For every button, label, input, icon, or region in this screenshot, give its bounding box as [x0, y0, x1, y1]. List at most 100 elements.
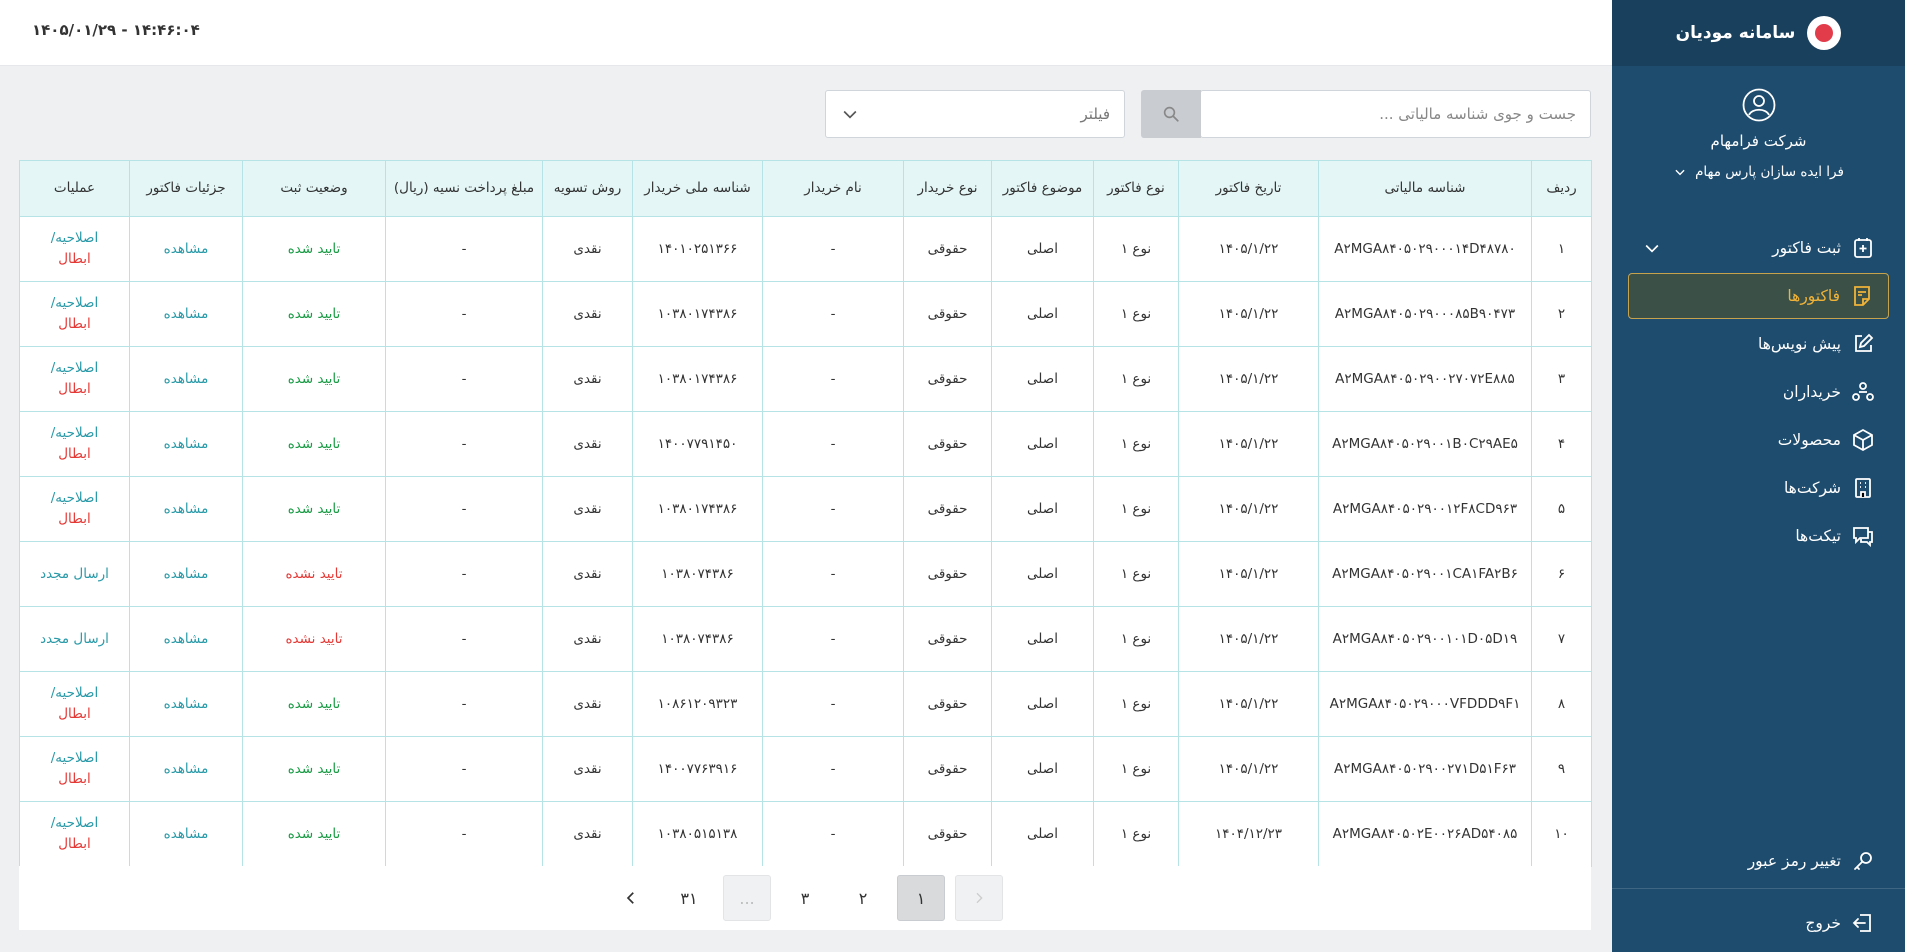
view-details-link[interactable]: مشاهده	[164, 696, 209, 712]
tax-id-cell: A۲MGA۸۴۰۵۰۲۹۰۰۰۸۵B۹۰۴۷۳	[1318, 281, 1532, 347]
profile-section: شرکت فرامهام فرا ایده سازان پارس مهام	[1612, 66, 1905, 180]
buyer-type-cell: حقوقی	[903, 216, 992, 282]
cancel-link[interactable]: ابطال	[20, 444, 129, 465]
invoice-type-cell: نوع ۱	[1093, 736, 1179, 802]
national-id-cell: ۱۴۰۰۷۷۹۱۴۵۰	[632, 411, 763, 477]
correction-link[interactable]: اصلاحیه/	[20, 488, 129, 509]
table-row: ۷ A۲MGA۸۴۰۵۰۲۹۰۰۱۰۱D۰۵D۱۹ ۱۴۰۵/۱/۲۲ نوع ۱ اص…	[19, 606, 1592, 672]
settlement-cell: نقدی	[542, 476, 633, 542]
table-row: ۹ A۲MGA۸۴۰۵۰۲۹۰۰۲۷۱D۵۱F۶۳ ۱۴۰۵/۱/۲۲ نوع ۱ اص…	[19, 736, 1592, 802]
national-id-cell: ۱۴۰۱۰۲۵۱۳۶۶	[632, 216, 763, 282]
status-badge: تایید نشده	[242, 541, 386, 607]
status-badge: تایید شده	[242, 801, 386, 867]
invoice-date-cell: ۱۴۰۵/۱/۲۲	[1178, 346, 1319, 412]
invoice-subject-cell: اصلی	[991, 346, 1094, 412]
change-password-label: تغییر رمز عبور	[1747, 852, 1841, 870]
view-details-link[interactable]: مشاهده	[164, 241, 209, 257]
sidebar-item-0[interactable]: ثبت فاکتور	[1628, 225, 1889, 271]
sidebar-item-label: محصولات	[1777, 431, 1841, 449]
national-id-cell: ۱۰۳۸۰۱۷۴۳۸۶	[632, 476, 763, 542]
chevron-down-icon	[843, 110, 857, 119]
view-details-link[interactable]: مشاهده	[164, 826, 209, 842]
column-header: وضعیت ثبت	[242, 160, 386, 217]
buyer-name-cell: -	[762, 801, 904, 867]
tax-id-cell: A۲MGA۸۴۰۵۰۲۹۰۰۲۷۱D۵۱F۶۳	[1318, 736, 1532, 802]
credit-amount-cell: -	[385, 671, 543, 737]
buyer-name-cell: -	[762, 541, 904, 607]
cancel-link[interactable]: ابطال	[20, 834, 129, 855]
search-input[interactable]: جست و جوی شناسه مالیاتی ...	[1200, 90, 1591, 138]
row-number: ۳	[1531, 346, 1592, 412]
cancel-link[interactable]: ابطال	[20, 249, 129, 270]
correction-link[interactable]: اصلاحیه/	[20, 683, 129, 704]
correction-link[interactable]: اصلاحیه/	[20, 423, 129, 444]
buyer-type-cell: حقوقی	[903, 736, 992, 802]
sidebar-item-label: فاکتورها	[1787, 287, 1840, 305]
view-details-link[interactable]: مشاهده	[164, 306, 209, 322]
cancel-link[interactable]: ابطال	[20, 704, 129, 725]
correction-link[interactable]: اصلاحیه/	[20, 748, 129, 769]
view-details-link[interactable]: مشاهده	[164, 501, 209, 517]
invoice-date-cell: ۱۴۰۵/۱/۲۲	[1178, 606, 1319, 672]
sidebar-item-3[interactable]: خریداران	[1628, 369, 1889, 415]
invoice-subject-cell: اصلی	[991, 411, 1094, 477]
credit-amount-cell: -	[385, 346, 543, 412]
cancel-link[interactable]: ابطال	[20, 509, 129, 530]
search-placeholder: جست و جوی شناسه مالیاتی ...	[1379, 105, 1576, 123]
correction-link[interactable]: اصلاحیه/	[20, 293, 129, 314]
cancel-link[interactable]: ابطال	[20, 314, 129, 335]
page-button[interactable]: ۳	[781, 875, 829, 921]
sidebar-item-5[interactable]: شرکت‌ها	[1628, 465, 1889, 511]
buyer-name-cell: -	[762, 281, 904, 347]
sidebar-item-1[interactable]: فاکتورها	[1628, 273, 1889, 319]
invoice-subject-cell: اصلی	[991, 801, 1094, 867]
status-badge: تایید شده	[242, 476, 386, 542]
tax-id-cell: A۲MGA۸۴۰۵۰۲۹۰۰۱۰۱D۰۵D۱۹	[1318, 606, 1532, 672]
correction-link[interactable]: اصلاحیه/	[20, 358, 129, 379]
buyer-type-cell: حقوقی	[903, 606, 992, 672]
row-number: ۱	[1531, 216, 1592, 282]
settlement-cell: نقدی	[542, 216, 633, 282]
next-page-button[interactable]	[607, 875, 655, 921]
page-button[interactable]: ۲	[839, 875, 887, 921]
row-number: ۹	[1531, 736, 1592, 802]
logout-button[interactable]: خروج	[1628, 900, 1889, 946]
buyer-name-cell: -	[762, 216, 904, 282]
filter-dropdown[interactable]: فیلتر	[825, 90, 1125, 138]
table-row: ۱ A۲MGA۸۴۰۵۰۲۹۰۰۰۱۴D۴۸۷۸۰ ۱۴۰۵/۱/۲۲ نوع ۱ اص…	[19, 216, 1592, 282]
view-details-link[interactable]: مشاهده	[164, 566, 209, 582]
correction-link[interactable]: اصلاحیه/	[20, 228, 129, 249]
invoice-date-cell: ۱۴۰۵/۱/۲۲	[1178, 476, 1319, 542]
brand-logo-icon	[1807, 16, 1842, 50]
search-button[interactable]	[1141, 90, 1201, 138]
view-details-link[interactable]: مشاهده	[164, 631, 209, 647]
page-button[interactable]: ۱	[897, 875, 945, 921]
status-badge: تایید شده	[242, 736, 386, 802]
national-id-cell: ۱۰۳۸۰۷۴۳۸۶	[632, 606, 763, 672]
sidebar-item-6[interactable]: تیکت‌ها	[1628, 513, 1889, 559]
invoice-subject-cell: اصلی	[991, 476, 1094, 542]
change-password-button[interactable]: تغییر رمز عبور	[1628, 838, 1889, 884]
column-header: روش تسویه	[542, 160, 633, 217]
column-header: تاریخ فاکتور	[1178, 160, 1319, 217]
page-button[interactable]: ۳۱	[665, 875, 713, 921]
tax-id-cell: A۲MGA۸۴۰۵۰۲۹۰۰۱B۰C۲۹AE۵	[1318, 411, 1532, 477]
view-details-link[interactable]: مشاهده	[164, 761, 209, 777]
correction-link[interactable]: اصلاحیه/	[20, 813, 129, 834]
cancel-link[interactable]: ابطال	[20, 379, 129, 400]
view-details-link[interactable]: مشاهده	[164, 436, 209, 452]
sidebar-item-2[interactable]: پیش نویس‌ها	[1628, 321, 1889, 367]
chat-icon	[1853, 527, 1873, 548]
resend-link[interactable]: ارسال مجدد	[40, 566, 109, 582]
sidebar-item-4[interactable]: محصولات	[1628, 417, 1889, 463]
settlement-cell: نقدی	[542, 346, 633, 412]
resend-link[interactable]: ارسال مجدد	[40, 631, 109, 647]
cancel-link[interactable]: ابطال	[20, 769, 129, 790]
invoice-type-cell: نوع ۱	[1093, 476, 1179, 542]
row-number: ۲	[1531, 281, 1592, 347]
view-details-link[interactable]: مشاهده	[164, 371, 209, 387]
invoice-date-cell: ۱۴۰۵/۱/۲۲	[1178, 411, 1319, 477]
subcompany-selector[interactable]: فرا ایده سازان پارس مهام	[1612, 164, 1905, 180]
building-icon	[1855, 478, 1871, 498]
invoice-type-cell: نوع ۱	[1093, 606, 1179, 672]
